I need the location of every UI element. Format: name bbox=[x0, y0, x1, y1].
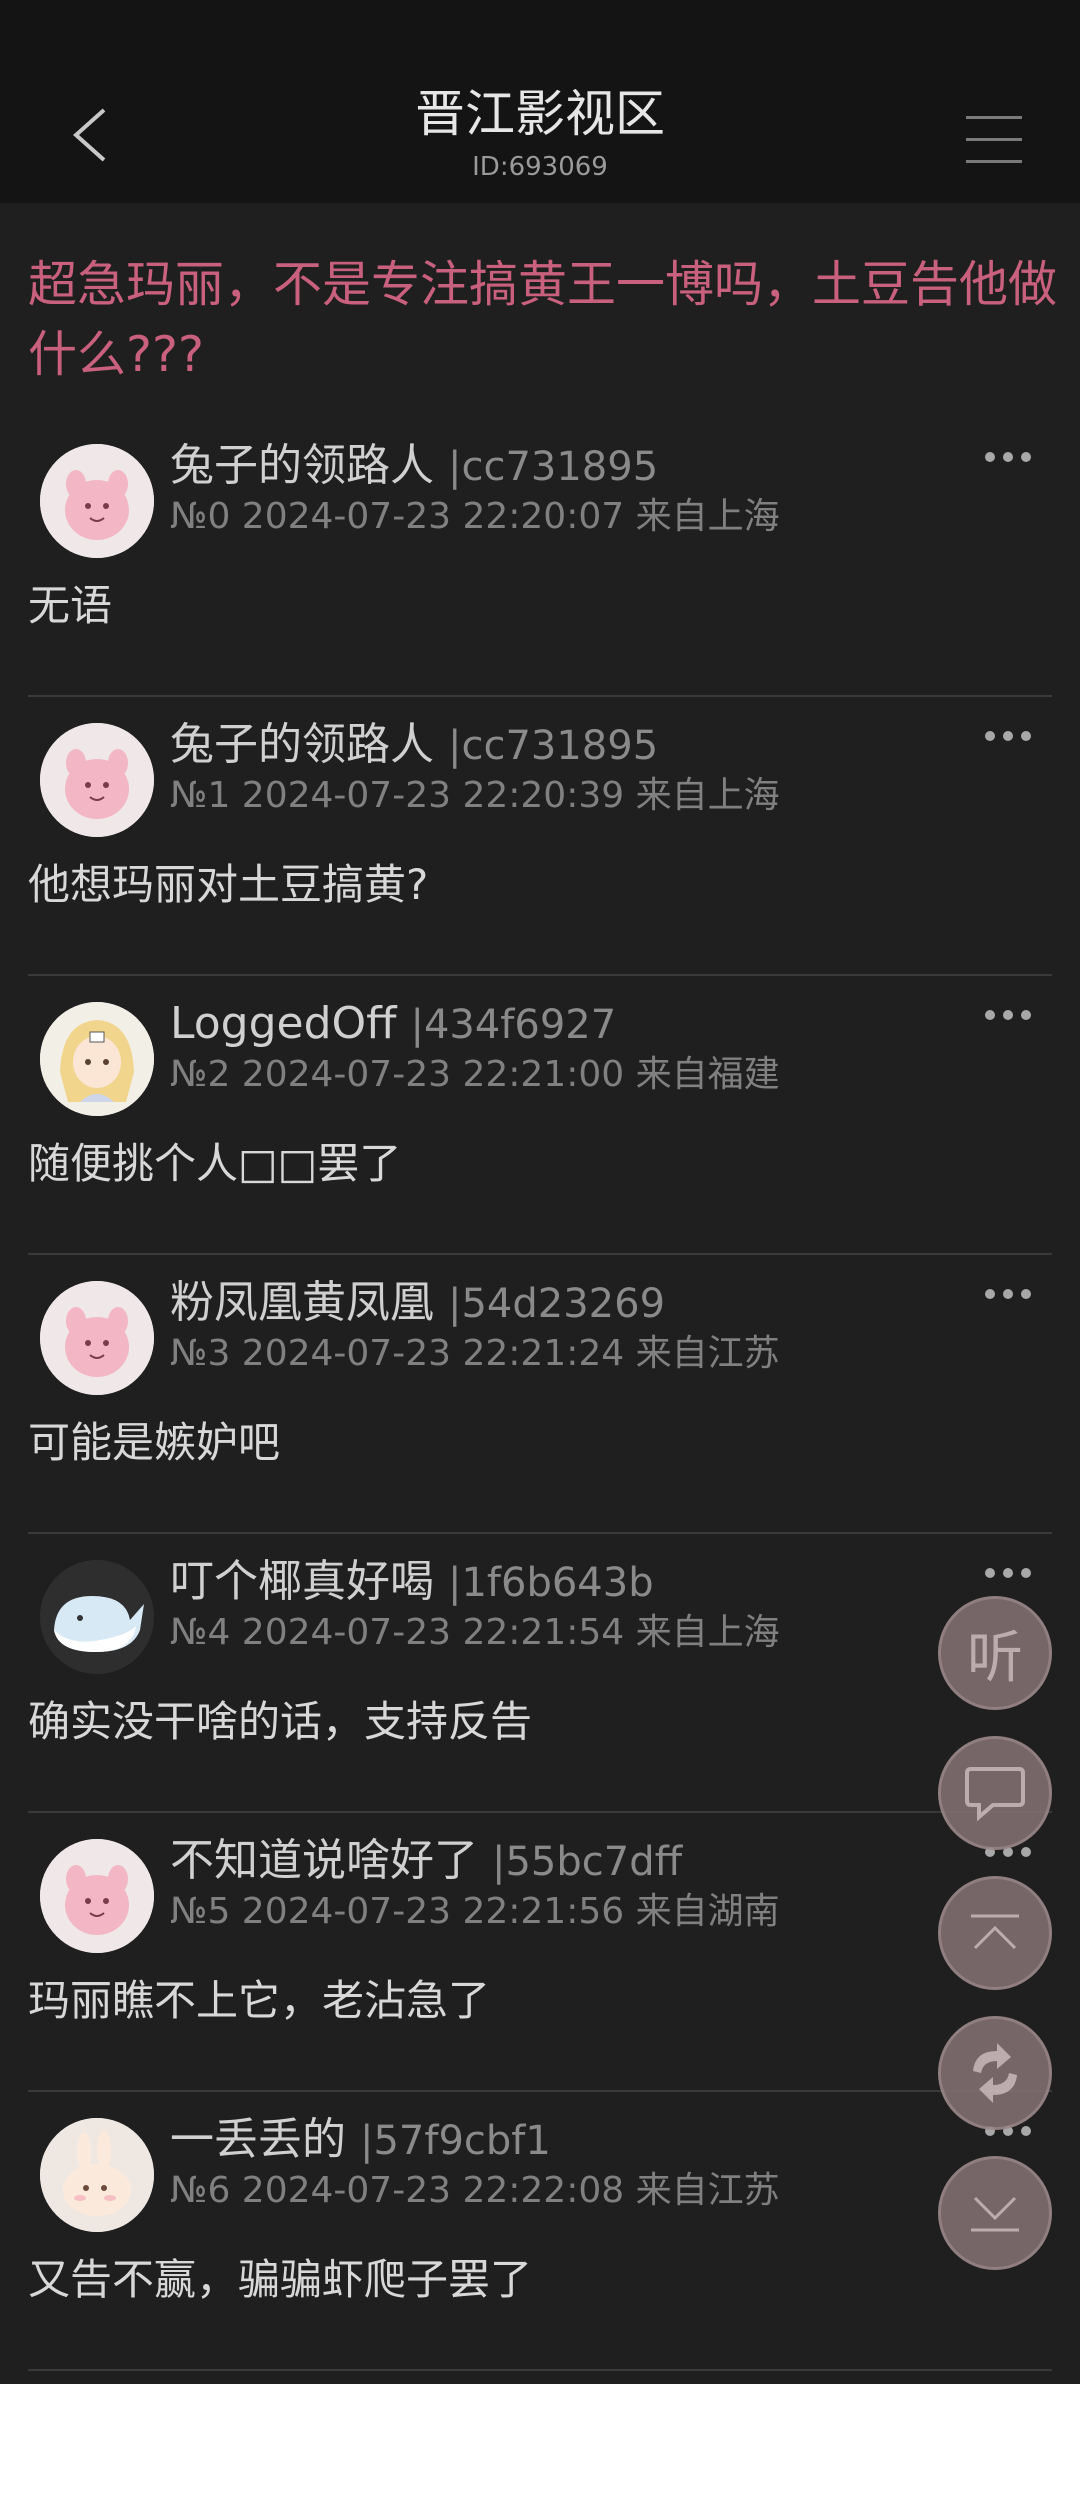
user-name[interactable]: 兔子的领路人 bbox=[170, 719, 434, 770]
user-name[interactable]: 叮个椰真好喝 bbox=[170, 1556, 434, 1607]
post-item: 兔子的领路人 |cc731895 №0 2024-07-23 22:20:07 … bbox=[0, 418, 1080, 697]
scroll-bottom-button[interactable] bbox=[938, 2156, 1052, 2270]
user-id: |57f9cbf1 bbox=[360, 2118, 551, 2164]
post-meta: №2 2024-07-23 22:21:00 来自福建 bbox=[170, 1054, 780, 1095]
avatar[interactable] bbox=[40, 1281, 154, 1395]
anime-girl-avatar-icon bbox=[40, 1002, 154, 1116]
user-id: |54d23269 bbox=[448, 1281, 666, 1327]
more-options-button[interactable] bbox=[985, 1558, 1035, 1588]
more-options-button[interactable] bbox=[985, 721, 1035, 751]
whale-avatar-icon bbox=[40, 1560, 154, 1674]
pink-pokemon-avatar-icon bbox=[40, 723, 154, 837]
listen-label: 听 bbox=[967, 1625, 1023, 1691]
comment-icon bbox=[965, 1767, 1025, 1822]
user-name[interactable]: LoggedOff bbox=[170, 998, 396, 1049]
pink-pokemon-avatar-icon bbox=[40, 444, 154, 558]
status-bar bbox=[0, 0, 1080, 70]
user-id: |55bc7dff bbox=[492, 1839, 683, 1885]
scroll-bottom-icon bbox=[971, 2196, 1019, 2232]
user-name[interactable]: 不知道说啥好了 bbox=[170, 1835, 478, 1886]
user-name-line[interactable]: 不知道说啥好了 |55bc7dff bbox=[170, 1833, 682, 1890]
menu-icon-line bbox=[966, 138, 1022, 141]
header-bar: 晋江影视区 ID:693069 bbox=[0, 70, 1080, 203]
post-content: 确实没干啥的话，支持反告 bbox=[28, 1697, 533, 1746]
avatar[interactable] bbox=[40, 1002, 154, 1116]
user-name-line[interactable]: 兔子的领路人 |cc731895 bbox=[170, 438, 658, 495]
post-content: 又告不赢，骗骗虾爬子罢了 bbox=[28, 2255, 533, 2304]
post-item: 兔子的领路人 |cc731895 №1 2024-07-23 22:20:39 … bbox=[0, 697, 1080, 976]
post-meta: №0 2024-07-23 22:20:07 来自上海 bbox=[170, 496, 780, 537]
post-content: 随便挑个人□□罢了 bbox=[28, 1139, 402, 1188]
listen-button[interactable]: 听 bbox=[938, 1596, 1052, 1710]
post-meta: №4 2024-07-23 22:21:54 来自上海 bbox=[170, 1612, 780, 1653]
user-name-line[interactable]: 兔子的领路人 |cc731895 bbox=[170, 717, 658, 774]
avatar[interactable] bbox=[40, 2118, 154, 2232]
avatar[interactable] bbox=[40, 444, 154, 558]
comment-button[interactable] bbox=[938, 1736, 1052, 1850]
user-id: |cc731895 bbox=[448, 444, 659, 490]
post-item: 叮个椰真好喝 |1f6b643b №4 2024-07-23 22:21:54 … bbox=[0, 1534, 1080, 1813]
user-name-line[interactable]: LoggedOff |434f6927 bbox=[170, 996, 616, 1053]
avatar[interactable] bbox=[40, 723, 154, 837]
menu-button[interactable] bbox=[966, 114, 1026, 164]
post-meta: №3 2024-07-23 22:21:24 来自江苏 bbox=[170, 1333, 780, 1374]
post-content: 可能是嫉妒吧 bbox=[28, 1418, 281, 1467]
post-item: 粉凤凰黄凤凰 |54d23269 №3 2024-07-23 22:21:24 … bbox=[0, 1255, 1080, 1534]
post-item: 不知道说啥好了 |55bc7dff №5 2024-07-23 22:21:56… bbox=[0, 1813, 1080, 2092]
refresh-icon bbox=[973, 2043, 1017, 2103]
forum-id: ID:693069 bbox=[472, 152, 608, 182]
user-id: |1f6b643b bbox=[448, 1560, 654, 1606]
user-name-line[interactable]: 一丢丢的 |57f9cbf1 bbox=[170, 2112, 551, 2169]
post-meta: №6 2024-07-23 22:22:08 来自江苏 bbox=[170, 2170, 780, 2211]
post-content: 无语 bbox=[28, 581, 113, 630]
post-meta: №1 2024-07-23 22:20:39 来自上海 bbox=[170, 775, 780, 816]
refresh-button[interactable] bbox=[938, 2016, 1052, 2130]
divider bbox=[28, 2369, 1052, 2371]
post-meta: №5 2024-07-23 22:21:56 来自湖南 bbox=[170, 1891, 780, 1932]
scroll-top-button[interactable] bbox=[938, 1876, 1052, 1990]
pink-pokemon-avatar-icon bbox=[40, 1839, 154, 1953]
user-name[interactable]: 一丢丢的 bbox=[170, 2114, 346, 2165]
more-options-button[interactable] bbox=[985, 1000, 1035, 1030]
post-item: LoggedOff |434f6927 №2 2024-07-23 22:21:… bbox=[0, 976, 1080, 1255]
more-options-button[interactable] bbox=[985, 442, 1035, 472]
page-title: 晋江影视区 bbox=[415, 85, 665, 143]
bunny-avatar-icon bbox=[40, 2118, 154, 2232]
user-name[interactable]: 粉凤凰黄凤凰 bbox=[170, 1277, 434, 1328]
user-name-line[interactable]: 粉凤凰黄凤凰 |54d23269 bbox=[170, 1275, 665, 1332]
avatar[interactable] bbox=[40, 1839, 154, 1953]
post-content: 玛丽瞧不上它，老沾急了 bbox=[28, 1976, 491, 2025]
post-content: 他想玛丽对土豆搞黄? bbox=[28, 860, 429, 909]
scroll-top-icon bbox=[971, 1914, 1019, 1950]
menu-icon-line bbox=[966, 160, 1022, 163]
user-name-line[interactable]: 叮个椰真好喝 |1f6b643b bbox=[170, 1554, 654, 1611]
app-root: 晋江影视区 ID:693069 超急玛丽，不是专注搞黄王一博吗，土豆告他做什么?… bbox=[0, 0, 1080, 2384]
avatar[interactable] bbox=[40, 1560, 154, 1674]
thread-title: 超急玛丽，不是专注搞黄王一博吗，土豆告他做什么??? bbox=[28, 256, 1058, 383]
pink-pokemon-avatar-icon bbox=[40, 1281, 154, 1395]
user-id: |434f6927 bbox=[410, 1002, 617, 1048]
more-options-button[interactable] bbox=[985, 1279, 1035, 1309]
post-item: 一丢丢的 |57f9cbf1 №6 2024-07-23 22:22:08 来自… bbox=[0, 2092, 1080, 2371]
user-name[interactable]: 兔子的领路人 bbox=[170, 440, 434, 491]
menu-icon bbox=[966, 116, 1022, 119]
user-id: |cc731895 bbox=[448, 723, 659, 769]
